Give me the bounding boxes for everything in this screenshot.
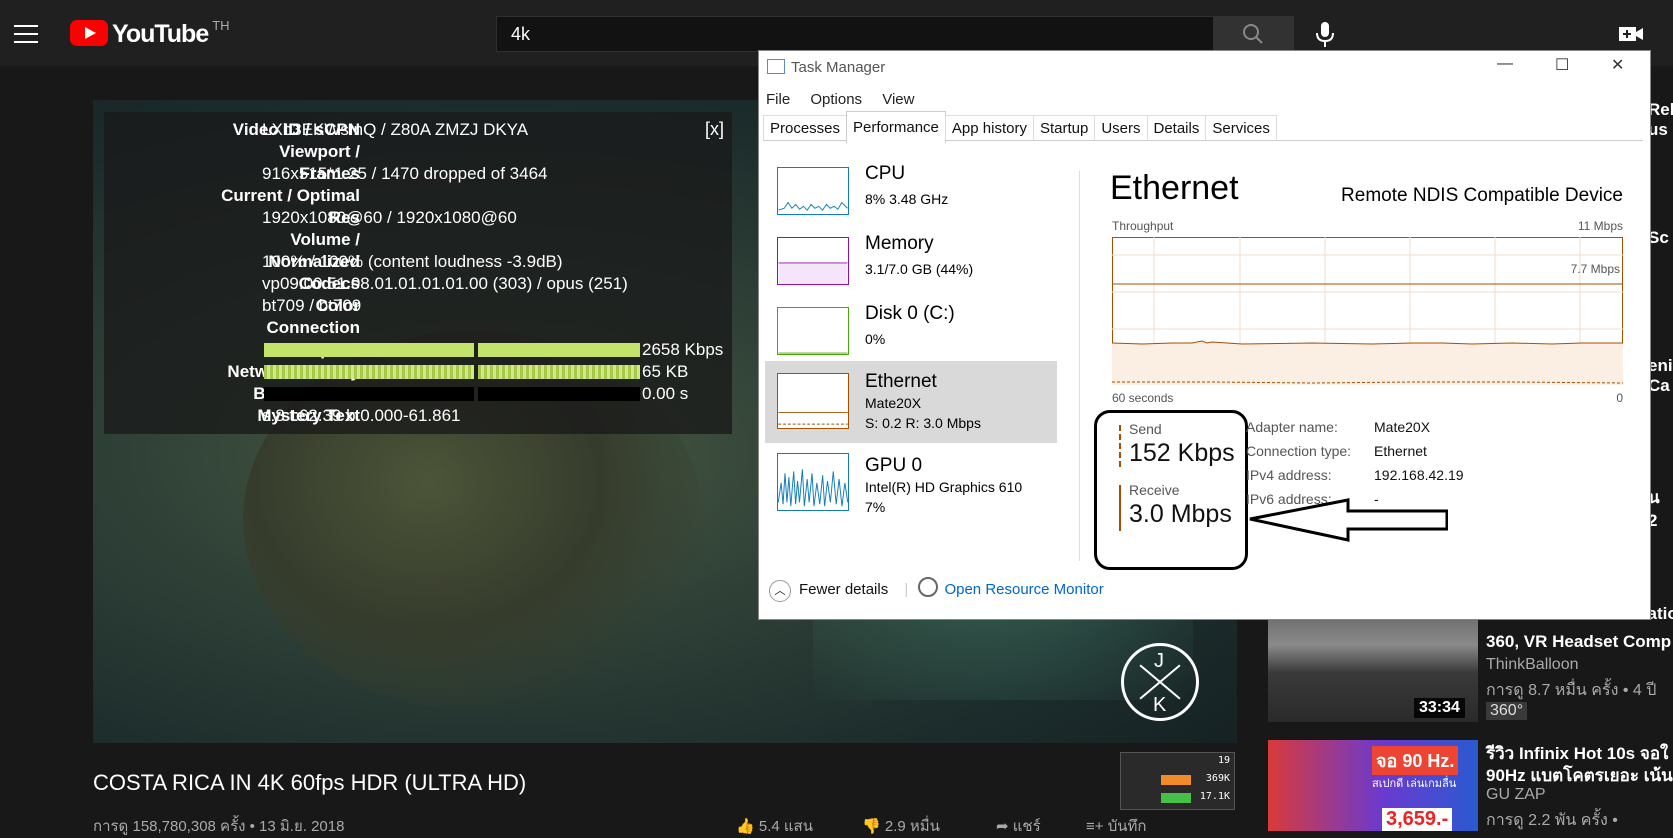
playlist-add-icon: ≡+ (1086, 818, 1108, 835)
stats-for-nerds-panel: [x] Video ID / sCPN LXb3EKWsInQ / Z80A ZM… (104, 112, 732, 434)
stats-row: Speed 2658 Kbps (104, 339, 732, 361)
channel-name[interactable]: ThinkBalloon (1486, 656, 1579, 674)
time-zero: 0 (1616, 391, 1623, 405)
device-name: Remote NDIS Compatible Device (1341, 185, 1623, 206)
stats-row: Network Activity 65 KB (227, 362, 689, 381)
throughput-max: 11 Mbps (1577, 219, 1623, 233)
country-code: TH (212, 18, 230, 33)
stats-row: Connection (266, 318, 361, 337)
cpu-mini-graph (777, 167, 849, 215)
footer: ︿ Fewer details | Open Resource Monitor (769, 577, 1104, 602)
tab-details[interactable]: Details (1146, 115, 1207, 140)
ethernet-mini-graph (777, 373, 849, 429)
search-icon (1243, 24, 1263, 44)
microphone-button[interactable] (1310, 20, 1340, 50)
receive-label: Receive (1129, 482, 1180, 498)
throughput-graph: 7.7 Mbps (1112, 237, 1623, 385)
memory-mini-graph (777, 237, 849, 285)
annotation-highlight-box: Send 152 Kbps Receive 3.0 Mbps (1094, 410, 1248, 570)
window-title: Task Manager (767, 59, 885, 76)
stats-row: Normalized 100% / 100% (content loudness … (262, 252, 563, 271)
perf-item-gpu[interactable]: GPU 0 Intel(R) HD Graphics 610 7% (765, 451, 1057, 533)
task-manager-icon (767, 59, 785, 74)
tab-performance[interactable]: Performance (846, 111, 946, 143)
youtube-logo[interactable]: YouTube TH (70, 18, 230, 48)
minimize-button[interactable]: — (1497, 55, 1513, 73)
search-button[interactable] (1214, 16, 1294, 52)
send-value: 152 Kbps (1129, 439, 1235, 467)
system-monitor-widget: 19 369K 17.1K (1120, 752, 1235, 810)
search-box[interactable] (496, 16, 1214, 52)
thumbs-down-icon: 👎 (862, 818, 885, 835)
adapter-name-label: Adapter name: (1246, 419, 1338, 435)
video-camera-icon (1619, 27, 1643, 41)
share-button[interactable]: ➦ แชร์ (996, 814, 1041, 838)
menu-bar: File Options View (766, 91, 930, 108)
menu-icon[interactable] (14, 25, 38, 43)
send-label: Send (1129, 421, 1162, 437)
stats-row: Frames 916x515*1.25 / 1470 dropped of 346… (262, 164, 548, 183)
stats-row: Current / Optimal (221, 186, 360, 205)
channel-name[interactable]: GU ZAP (1486, 786, 1546, 804)
youtube-play-icon (70, 20, 108, 46)
stats-row: Video ID / sCPN LXb3EKWsInQ / Z80A ZMZJ D… (232, 120, 529, 139)
tab-users[interactable]: Users (1094, 115, 1148, 140)
video-meta: การดู 158,780,308 ครั้ง • 13 มิ.ย. 2018 (93, 818, 345, 835)
open-resource-monitor-link[interactable]: Open Resource Monitor (918, 577, 1104, 598)
buffer-health-graph (264, 387, 644, 401)
channel-watermark-logo[interactable]: JK (1121, 643, 1199, 721)
close-button[interactable]: ✕ (1611, 55, 1624, 75)
360-badge: 360° (1486, 702, 1528, 720)
perf-item-ethernet[interactable]: Ethernet Mate20X S: 0.2 R: 3.0 Mbps (765, 361, 1057, 443)
gpu-mini-graph (777, 453, 849, 511)
connection-type-label: Connection type: (1246, 443, 1352, 459)
resource-monitor-icon (918, 577, 939, 597)
search-input[interactable] (497, 17, 1213, 51)
tab-app-history[interactable]: App history (944, 115, 1034, 140)
tab-processes[interactable]: Processes (763, 115, 848, 140)
detail-title: Ethernet (1110, 169, 1239, 207)
network-activity-graph (264, 365, 644, 379)
disk-mini-graph (777, 307, 849, 355)
adapter-name-value: Mate20X (1374, 419, 1431, 435)
thumbs-up-icon: 👍 (736, 818, 759, 835)
stats-row: Codecs vp09.00.51.08.01.01.01.01.00 (303)… (262, 274, 628, 293)
ipv4-value: 192.168.42.19 (1374, 467, 1464, 483)
stats-row: Res 1920x1080@60 / 1920x1080@60 (262, 208, 517, 227)
tab-bar: Processes Performance App history Startu… (763, 111, 1643, 143)
microphone-icon (1316, 22, 1334, 47)
share-icon: ➦ (996, 818, 1013, 835)
chevron-up-icon: ︿ (769, 580, 791, 602)
stats-row: Mystery Text s:8 t:62.39 b:0.000-61.861 (257, 406, 461, 425)
svg-text:7.7 Mbps: 7.7 Mbps (1571, 262, 1620, 276)
ipv4-label: IPv4 address: (1246, 467, 1332, 483)
like-button[interactable]: 👍 5.4 แสน (736, 814, 813, 838)
tab-startup[interactable]: Startup (1032, 115, 1096, 140)
video-title: COSTA RICA IN 4K 60fps HDR (ULTRA HD) (93, 770, 527, 795)
menu-options[interactable]: Options (810, 91, 862, 108)
video-duration: 33:34 (1414, 698, 1465, 718)
video-thumbnail[interactable]: จอ 90 Hz. สเปกดี เล่นเกมลื่น 3,659.- (1268, 740, 1478, 831)
video-meta: การดู 2.2 พัน ครั้ง • (1486, 812, 1618, 829)
create-video-button[interactable] (1617, 22, 1645, 46)
video-meta: การดู 8.7 หมื่น ครั้ง • 4 ปี (1486, 682, 1657, 699)
annotation-arrow (1249, 498, 1448, 542)
time-label: 60 seconds (1112, 391, 1174, 405)
dislike-button[interactable]: 👎 2.9 หมื่น (862, 814, 940, 838)
stats-row: Viewport / (279, 142, 360, 161)
stats-row: Buffer Health 0.00 s (104, 383, 732, 405)
maximize-button[interactable]: ☐ (1555, 55, 1569, 75)
connection-type-value: Ethernet (1374, 443, 1427, 459)
stats-row: Volume / (290, 230, 360, 249)
tab-services[interactable]: Services (1205, 115, 1277, 140)
logo-text: YouTube (112, 20, 209, 48)
receive-value: 3.0 Mbps (1129, 500, 1232, 528)
menu-file[interactable]: File (766, 91, 790, 108)
stats-row: Color bt709 / bt709 (262, 296, 362, 315)
throughput-label: Throughput (1112, 219, 1174, 233)
fewer-details-button[interactable]: ︿ Fewer details (769, 580, 888, 602)
menu-view[interactable]: View (882, 91, 914, 108)
speed-graph (264, 343, 644, 357)
save-button[interactable]: ≡+ บันทึก (1086, 814, 1146, 838)
